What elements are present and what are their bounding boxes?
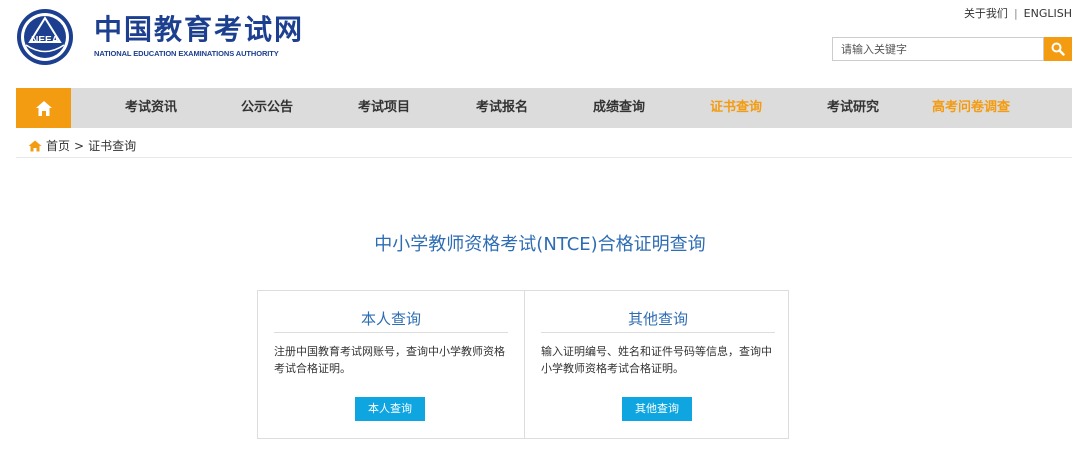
logo-text: NEEA bbox=[31, 35, 59, 46]
other-query-button[interactable]: 其他查询 bbox=[622, 397, 692, 421]
nav-item-announcements[interactable]: 公示公告 bbox=[222, 88, 312, 128]
english-link[interactable]: ENGLISH bbox=[1024, 7, 1072, 20]
query-panel: 本人查询 注册中国教育考试网账号，查询中小学教师资格考试合格证明。 本人查询 其… bbox=[257, 290, 789, 439]
page-title: 中小学教师资格考试(NTCE)合格证明查询 bbox=[374, 234, 706, 255]
self-query-button[interactable]: 本人查询 bbox=[355, 397, 425, 421]
about-us-link[interactable]: 关于我们 bbox=[964, 7, 1008, 20]
nav-item-gaokao-survey[interactable]: 高考问卷调查 bbox=[916, 88, 1026, 128]
search-button[interactable] bbox=[1044, 37, 1072, 61]
nav-item-score-query[interactable]: 成绩查询 bbox=[574, 88, 664, 128]
breadcrumb-home[interactable]: 首页 bbox=[46, 137, 70, 154]
site-name-cn[interactable]: 中国教育考试网 bbox=[94, 14, 304, 46]
nav-item-exam-research[interactable]: 考试研究 bbox=[808, 88, 898, 128]
home-icon bbox=[28, 140, 42, 151]
other-query-title: 其他查询 bbox=[627, 310, 688, 328]
breadcrumb-current: 证书查询 bbox=[88, 139, 137, 153]
nav-item-exam-news[interactable]: 考试资讯 bbox=[106, 88, 196, 128]
self-query-title: 本人查询 bbox=[360, 310, 421, 328]
main-nav: 考试资讯 公示公告 考试项目 考试报名 成绩查询 证书查询 考试研究 高考问卷调… bbox=[16, 88, 1072, 128]
top-links-separator: | bbox=[1013, 7, 1018, 20]
divider bbox=[16, 157, 1072, 158]
divider bbox=[274, 332, 508, 333]
neea-logo-emblem: NEEA bbox=[17, 9, 73, 65]
nav-home-button[interactable] bbox=[16, 88, 71, 128]
self-query-section: 本人查询 注册中国教育考试网账号，查询中小学教师资格考试合格证明。 本人查询 bbox=[258, 291, 524, 438]
nav-item-registration[interactable]: 考试报名 bbox=[457, 88, 547, 128]
breadcrumb: 首页 > 证书查询 bbox=[28, 137, 136, 154]
other-query-section: 其他查询 输入证明编号、姓名和证件号码等信息，查询中小学教师资格考试合格证明。 … bbox=[524, 291, 791, 438]
top-links: 关于我们 | ENGLISH bbox=[964, 5, 1072, 21]
divider bbox=[541, 332, 775, 333]
search-input[interactable] bbox=[832, 37, 1044, 61]
home-icon bbox=[35, 100, 52, 116]
search-icon bbox=[1051, 42, 1065, 56]
nav-item-exam-projects[interactable]: 考试项目 bbox=[339, 88, 429, 128]
other-query-description: 输入证明编号、姓名和证件号码等信息，查询中小学教师资格考试合格证明。 bbox=[541, 345, 772, 375]
breadcrumb-separator: > bbox=[74, 138, 85, 153]
nav-item-certificate-query[interactable]: 证书查询 bbox=[691, 88, 781, 128]
site-name-en: NATIONAL EDUCATION EXAMINATIONS AUTHORIT… bbox=[94, 49, 279, 58]
self-query-description: 注册中国教育考试网账号，查询中小学教师资格考试合格证明。 bbox=[274, 345, 505, 375]
